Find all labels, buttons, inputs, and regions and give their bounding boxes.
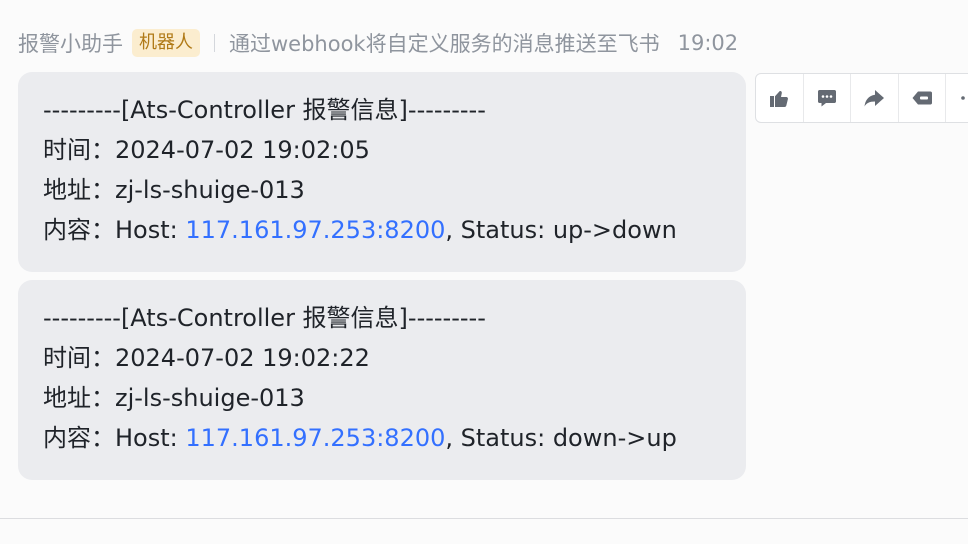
address-line: 地址：zj-ls-shuige-013 xyxy=(43,170,721,210)
content-label: 内容： xyxy=(43,216,115,244)
address-value: zj-ls-shuige-013 xyxy=(115,176,305,204)
sender-description: 通过webhook将自定义服务的消息推送至飞书 xyxy=(229,32,660,56)
time-value: 2024-07-02 19:02:22 xyxy=(115,344,370,372)
content-line: 内容：Host: 117.161.97.253:8200, Status: up… xyxy=(43,210,721,250)
content-line: 内容：Host: 117.161.97.253:8200, Status: do… xyxy=(43,418,721,458)
host-prefix: Host: xyxy=(115,216,186,244)
content-label: 内容： xyxy=(43,424,115,452)
sender-name[interactable]: 报警小助手 xyxy=(18,28,123,58)
like-button[interactable] xyxy=(756,74,804,122)
status-text: , Status: up->down xyxy=(445,216,677,244)
address-label: 地址： xyxy=(43,176,115,204)
host-link[interactable]: 117.161.97.253:8200 xyxy=(185,424,445,452)
alert-title: ---------[Ats-Controller 报警信息]--------- xyxy=(43,96,486,124)
alert-title: ---------[Ats-Controller 报警信息]--------- xyxy=(43,304,486,332)
time-line: 时间：2024-07-02 19:02:05 xyxy=(43,130,721,170)
thumbs-up-icon xyxy=(770,91,789,107)
time-line: 时间：2024-07-02 19:02:22 xyxy=(43,338,721,378)
bottom-divider xyxy=(0,518,968,519)
host-link[interactable]: 117.161.97.253:8200 xyxy=(185,216,445,244)
tag-icon xyxy=(912,91,933,105)
host-prefix: Host: xyxy=(115,424,186,452)
comment-icon xyxy=(817,90,836,107)
more-icon xyxy=(960,96,968,100)
message-header: 报警小助手 机器人 通过webhook将自定义服务的消息推送至飞书 19:02 xyxy=(18,26,738,60)
more-button[interactable] xyxy=(946,74,968,122)
time-value: 2024-07-02 19:02:05 xyxy=(115,136,370,164)
message-bubble[interactable]: ---------[Ats-Controller 报警信息]--------- … xyxy=(18,280,746,480)
forward-icon xyxy=(864,90,885,107)
header-separator xyxy=(214,34,215,52)
forward-button[interactable] xyxy=(851,74,899,122)
time-label: 时间： xyxy=(43,136,115,164)
message-actions-toolbar xyxy=(755,73,968,123)
message-bubble[interactable]: ---------[Ats-Controller 报警信息]--------- … xyxy=(18,72,746,272)
address-label: 地址： xyxy=(43,384,115,412)
tag-button[interactable] xyxy=(899,74,947,122)
address-line: 地址：zj-ls-shuige-013 xyxy=(43,378,721,418)
message-time: 19:02 xyxy=(677,31,739,55)
status-text: , Status: down->up xyxy=(445,424,677,452)
address-value: zj-ls-shuige-013 xyxy=(115,384,305,412)
chat-message-view: 报警小助手 机器人 通过webhook将自定义服务的消息推送至飞书 19:02 … xyxy=(0,0,968,544)
time-label: 时间： xyxy=(43,344,115,372)
bot-badge: 机器人 xyxy=(132,29,200,57)
reply-button[interactable] xyxy=(804,74,852,122)
